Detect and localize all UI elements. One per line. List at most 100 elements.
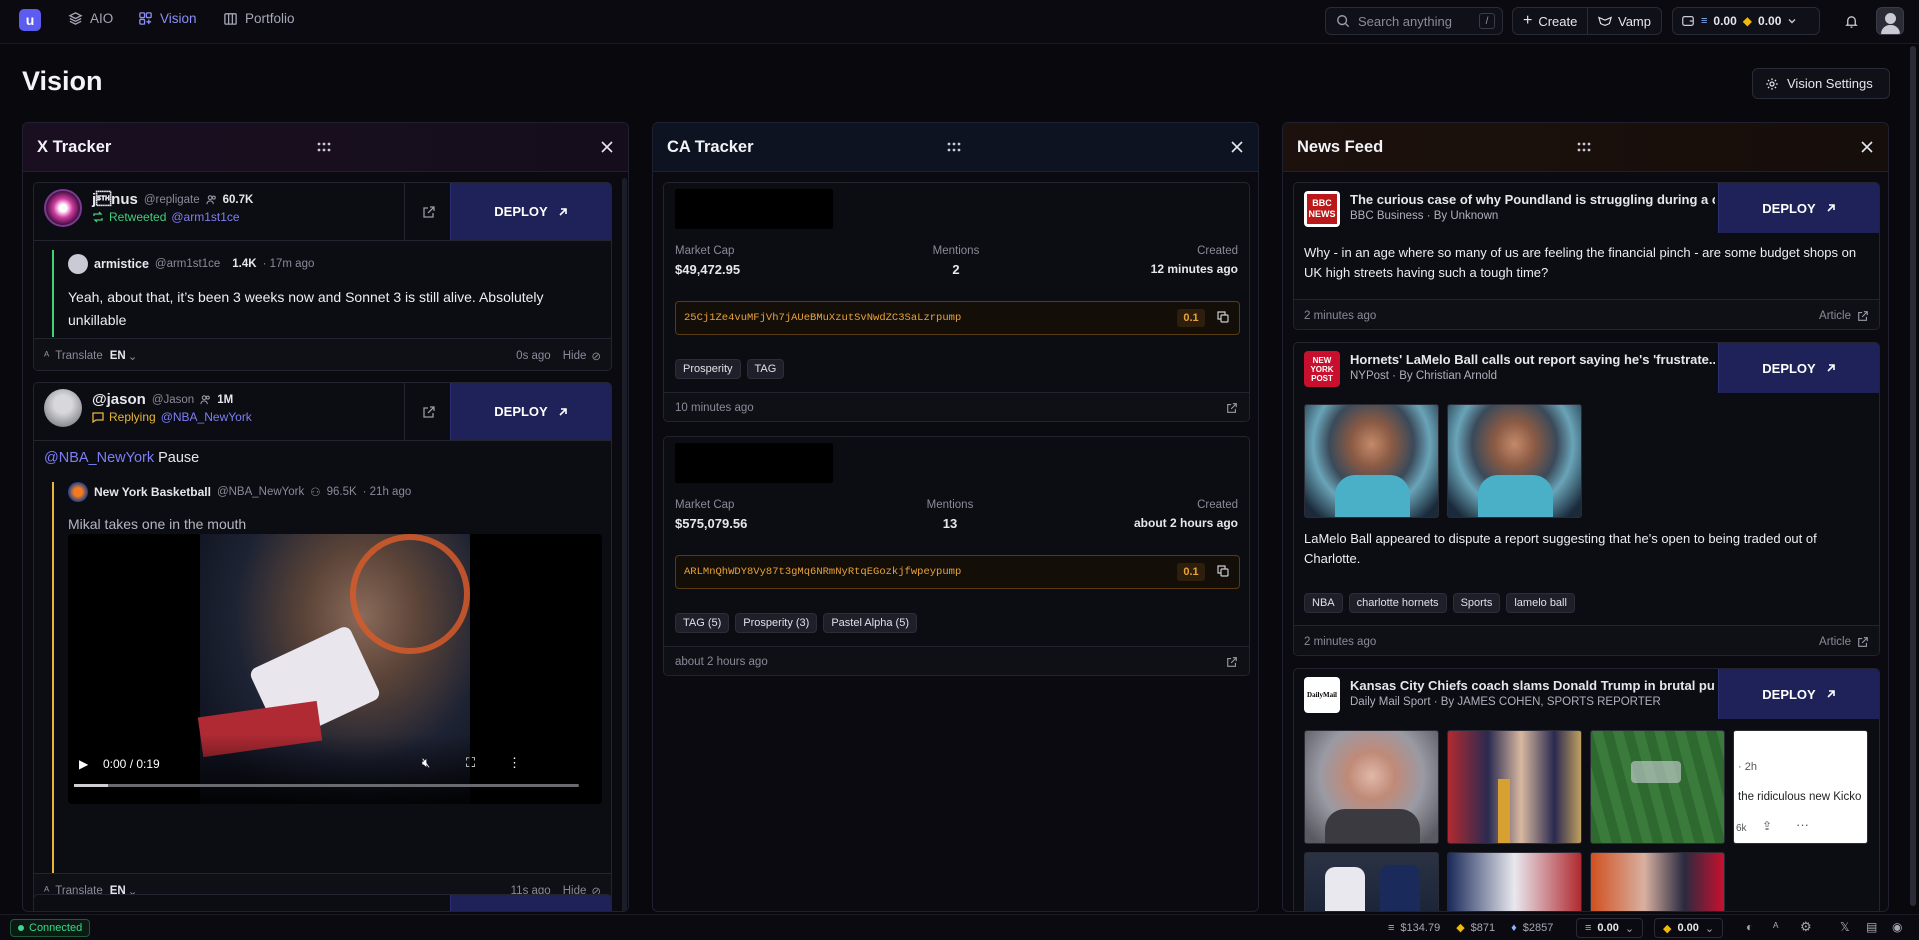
gear-icon[interactable]: ⚙: [1800, 919, 1812, 935]
retweet-target[interactable]: @arm1st1ce: [171, 210, 239, 224]
token-card[interactable]: Market Cap $575,079.56 Mentions 13 Creat…: [663, 436, 1250, 676]
news-card[interactable]: DailyMail Kansas City Chiefs coach slams…: [1293, 668, 1880, 911]
video-player[interactable]: ▶ 0:00 / 0:19 🔇︎ ⛶ ⋮: [68, 534, 602, 804]
translate-icon[interactable]: ᴬ: [1773, 920, 1778, 934]
copy-icon[interactable]: [1217, 565, 1229, 577]
news-headline[interactable]: Kansas City Chiefs coach slams Donald Tr…: [1350, 678, 1715, 693]
article-link[interactable]: Article: [1819, 636, 1851, 648]
x-social-icon[interactable]: 𝕏: [1840, 920, 1850, 934]
tag-chip[interactable]: NBA: [1304, 593, 1343, 613]
news-source: BBC Business · By Unknown: [1350, 210, 1499, 222]
source-logo-text: DailyMail: [1307, 691, 1337, 699]
external-link-icon[interactable]: [1857, 636, 1869, 648]
contract-address[interactable]: 25Cj1Ze4vuMFjVh7jAUeBMuXzutSvNwdZC3SaLzr…: [675, 301, 1240, 335]
more-options-icon[interactable]: ⋮: [508, 755, 521, 771]
language-select[interactable]: EN: [110, 350, 126, 362]
deploy-label: DEPLOY: [1762, 360, 1816, 376]
close-icon[interactable]: [1230, 140, 1244, 154]
user-avatar[interactable]: [1876, 7, 1904, 35]
deploy-button[interactable]: DEPLOY: [1718, 183, 1879, 233]
bnb-preset-dropdown[interactable]: ◆ 0.00 ⌄: [1654, 918, 1724, 938]
reply-target[interactable]: @NBA_NewYork: [161, 410, 252, 424]
tweet-card: jnus @repligate 60.7K Retweeted @arm1st…: [33, 182, 612, 371]
avatar[interactable]: [44, 389, 82, 427]
create-button[interactable]: + Create: [1513, 8, 1587, 34]
translate-label[interactable]: Translate: [55, 350, 103, 362]
vamp-button[interactable]: Vamp: [1588, 8, 1661, 34]
discord-icon[interactable]: ◉: [1892, 920, 1902, 934]
search-box[interactable]: Search anything /: [1325, 7, 1503, 35]
close-icon[interactable]: [600, 140, 614, 154]
tweet-author-name[interactable]: jnus: [92, 191, 138, 208]
deploy-button[interactable]: DEPLOY: [1718, 343, 1879, 393]
tag-chip[interactable]: Sports: [1452, 593, 1501, 613]
tag-chip[interactable]: TAG: [746, 359, 785, 379]
video-progress-bar[interactable]: [74, 784, 579, 787]
more-options-icon[interactable]: ···: [1796, 817, 1809, 832]
book-icon[interactable]: ▤: [1866, 920, 1877, 934]
article-link[interactable]: Article: [1819, 310, 1851, 322]
tag-chip[interactable]: Pastel Alpha (5): [823, 613, 917, 633]
news-card[interactable]: BBC NEWS The curious case of why Poundla…: [1293, 182, 1880, 330]
palette-icon[interactable]: ◐: [1746, 920, 1753, 934]
buy-amount-button[interactable]: 0.1: [1177, 309, 1205, 327]
deploy-button[interactable]: DEPLOY: [1718, 669, 1879, 719]
open-tweet-button[interactable]: [404, 383, 452, 440]
copy-icon[interactable]: [1217, 311, 1229, 323]
hide-button[interactable]: Hide: [563, 350, 587, 362]
sol-preset-dropdown[interactable]: ≡ 0.00 ⌄: [1576, 918, 1644, 938]
news-image[interactable]: [1447, 404, 1582, 518]
quoted-tweet[interactable]: New York Basketball @NBA_NewYork ⚇ 96.5K…: [52, 482, 602, 887]
news-card[interactable]: NEW YORK POST Hornets' LaMelo Ball calls…: [1293, 342, 1880, 656]
tag-chip[interactable]: charlotte hornets: [1348, 593, 1447, 613]
wallet-dropdown[interactable]: ≡ 0.00 ◆ 0.00: [1672, 7, 1820, 35]
notifications-button[interactable]: [1836, 7, 1866, 35]
tag-chip[interactable]: Prosperity: [675, 359, 741, 379]
eye-off-icon[interactable]: ⊘: [591, 349, 601, 363]
news-image[interactable]: [1590, 852, 1725, 911]
page-scrollbar[interactable]: [1910, 46, 1916, 906]
tweet-mention[interactable]: @NBA_NewYork: [44, 450, 154, 466]
quoted-tweet[interactable]: armistice @arm1st1ce 1.4K · 17m ago Yeah…: [52, 250, 592, 337]
news-image[interactable]: [1304, 404, 1439, 518]
deploy-button[interactable]: [450, 895, 611, 911]
tag-chip[interactable]: Prosperity (3): [735, 613, 818, 633]
contract-address[interactable]: ARLMnQhWDY8Vy87t3gMq6NRmNyRtqEGozkjfwpey…: [675, 555, 1240, 589]
panel-scrollbar[interactable]: [622, 178, 627, 911]
open-tweet-button[interactable]: [404, 183, 452, 240]
external-link-icon[interactable]: [1226, 656, 1238, 668]
tag-chip[interactable]: TAG (5): [675, 613, 730, 633]
mute-icon[interactable]: 🔇︎: [422, 755, 430, 771]
deploy-button[interactable]: DEPLOY: [450, 183, 611, 240]
vision-settings-button[interactable]: Vision Settings: [1752, 68, 1890, 99]
news-image[interactable]: [1304, 730, 1439, 844]
play-icon[interactable]: ▶: [79, 757, 88, 771]
nav-vision[interactable]: Vision: [138, 11, 197, 26]
news-image[interactable]: [1590, 730, 1725, 844]
buy-amount-button[interactable]: 0.1: [1177, 563, 1205, 581]
news-image[interactable]: [1447, 730, 1582, 844]
close-icon[interactable]: [1860, 140, 1874, 154]
connection-status[interactable]: Connected: [10, 919, 91, 937]
nav-aio[interactable]: AIO: [68, 11, 113, 26]
sol-icon: ≡: [1701, 15, 1708, 27]
drag-handle-icon[interactable]: [946, 141, 962, 153]
drag-handle-icon[interactable]: [1576, 141, 1592, 153]
news-image[interactable]: [1447, 852, 1582, 911]
deploy-button[interactable]: DEPLOY: [450, 383, 611, 440]
external-link-icon[interactable]: [1226, 402, 1238, 414]
external-link-icon[interactable]: [1857, 310, 1869, 322]
news-headline[interactable]: Hornets' LaMelo Ball calls out report sa…: [1350, 352, 1715, 367]
drag-handle-icon[interactable]: [316, 141, 332, 153]
token-card[interactable]: Market Cap $49,472.95 Mentions 2 Created…: [663, 182, 1250, 422]
avatar[interactable]: [44, 189, 82, 227]
embedded-tweet[interactable]: · 2h the ridiculous new Kicko 6k ⇪ ···: [1733, 730, 1868, 844]
nav-portfolio[interactable]: Portfolio: [223, 11, 295, 26]
app-logo[interactable]: u: [19, 9, 41, 31]
fullscreen-icon[interactable]: ⛶: [466, 755, 475, 771]
news-headline[interactable]: The curious case of why Poundland is str…: [1350, 192, 1715, 207]
tweet-author-name[interactable]: @jason: [92, 391, 146, 408]
tag-chip[interactable]: lamelo ball: [1506, 593, 1575, 613]
share-icon[interactable]: ⇪: [1762, 819, 1772, 833]
news-image[interactable]: [1304, 852, 1439, 911]
